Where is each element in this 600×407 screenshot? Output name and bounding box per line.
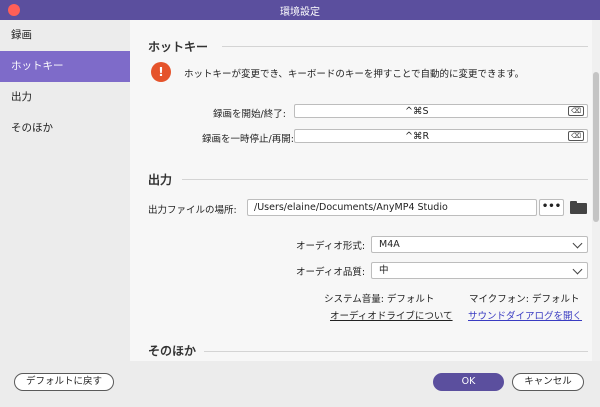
audio-format-select[interactable]: M4A <box>371 236 588 253</box>
start-stop-label: 録画を開始/終了: <box>213 109 286 120</box>
start-stop-hotkey-value: ^⌘S <box>405 106 429 117</box>
pause-resume-hotkey-field[interactable]: ^⌘R ⌫ <box>294 129 588 143</box>
pause-resume-hotkey-value: ^⌘R <box>405 131 430 142</box>
scrollbar-thumb[interactable] <box>593 72 599 222</box>
output-location-field[interactable]: /Users/elaine/Documents/AnyMP4 Studio <box>247 199 537 216</box>
sidebar-item-hotkey[interactable]: ホットキー <box>0 51 130 82</box>
section-divider <box>222 46 588 47</box>
settings-panel: ホットキー ! ホットキーが変更でき、キーボードのキーを押すことで自動的に変更で… <box>130 20 600 361</box>
delete-key-icon[interactable]: ⌫ <box>568 131 584 141</box>
ok-button[interactable]: OK <box>433 373 504 391</box>
warning-icon: ! <box>151 62 171 82</box>
reset-defaults-button[interactable]: デフォルトに戻す <box>14 373 114 391</box>
system-volume-text: システム音量: デフォルト <box>324 294 435 305</box>
audio-driver-link[interactable]: オーディオドライブについて <box>330 308 453 322</box>
other-section-title: そのほか <box>148 344 197 358</box>
microphone-text: マイクフォン: デフォルト <box>469 294 580 305</box>
hotkey-warning-text: ホットキーが変更でき、キーボードのキーを押すことで自動的に変更できます。 <box>184 69 525 80</box>
window-title: 環境設定 <box>280 7 320 18</box>
hotkey-section-title: ホットキー <box>148 40 209 54</box>
sidebar-item-recording[interactable]: 録画 <box>0 20 130 51</box>
pause-resume-label: 録画を一時停止/再開: <box>202 134 294 145</box>
output-section-title: 出力 <box>148 173 173 187</box>
output-location-label: 出力ファイルの場所: <box>148 205 237 216</box>
chevron-down-icon <box>572 264 583 275</box>
section-divider <box>204 351 588 352</box>
title-bar: 環境設定 <box>0 0 600 20</box>
cancel-button[interactable]: キャンセル <box>512 373 584 391</box>
audio-format-label: オーディオ形式: <box>296 241 366 252</box>
sidebar-item-output[interactable]: 出力 <box>0 82 130 113</box>
section-divider <box>182 179 588 180</box>
folder-icon[interactable] <box>570 201 587 214</box>
delete-key-icon[interactable]: ⌫ <box>568 106 584 116</box>
audio-quality-label: オーディオ品質: <box>296 267 366 278</box>
start-stop-hotkey-field[interactable]: ^⌘S ⌫ <box>294 104 588 118</box>
audio-quality-select[interactable]: 中 <box>371 262 588 279</box>
audio-format-value: M4A <box>379 239 400 250</box>
audio-quality-value: 中 <box>379 265 389 276</box>
vertical-scrollbar[interactable] <box>592 20 600 361</box>
chevron-down-icon <box>572 238 583 249</box>
browse-button[interactable]: ••• <box>539 199 564 216</box>
sidebar: 録画 ホットキー 出力 そのほか <box>0 20 130 361</box>
sidebar-item-other[interactable]: そのほか <box>0 113 130 144</box>
sound-dialog-link[interactable]: サウンドダイアログを開く <box>468 308 582 322</box>
footer-bar: デフォルトに戻す OK キャンセル <box>0 361 600 407</box>
